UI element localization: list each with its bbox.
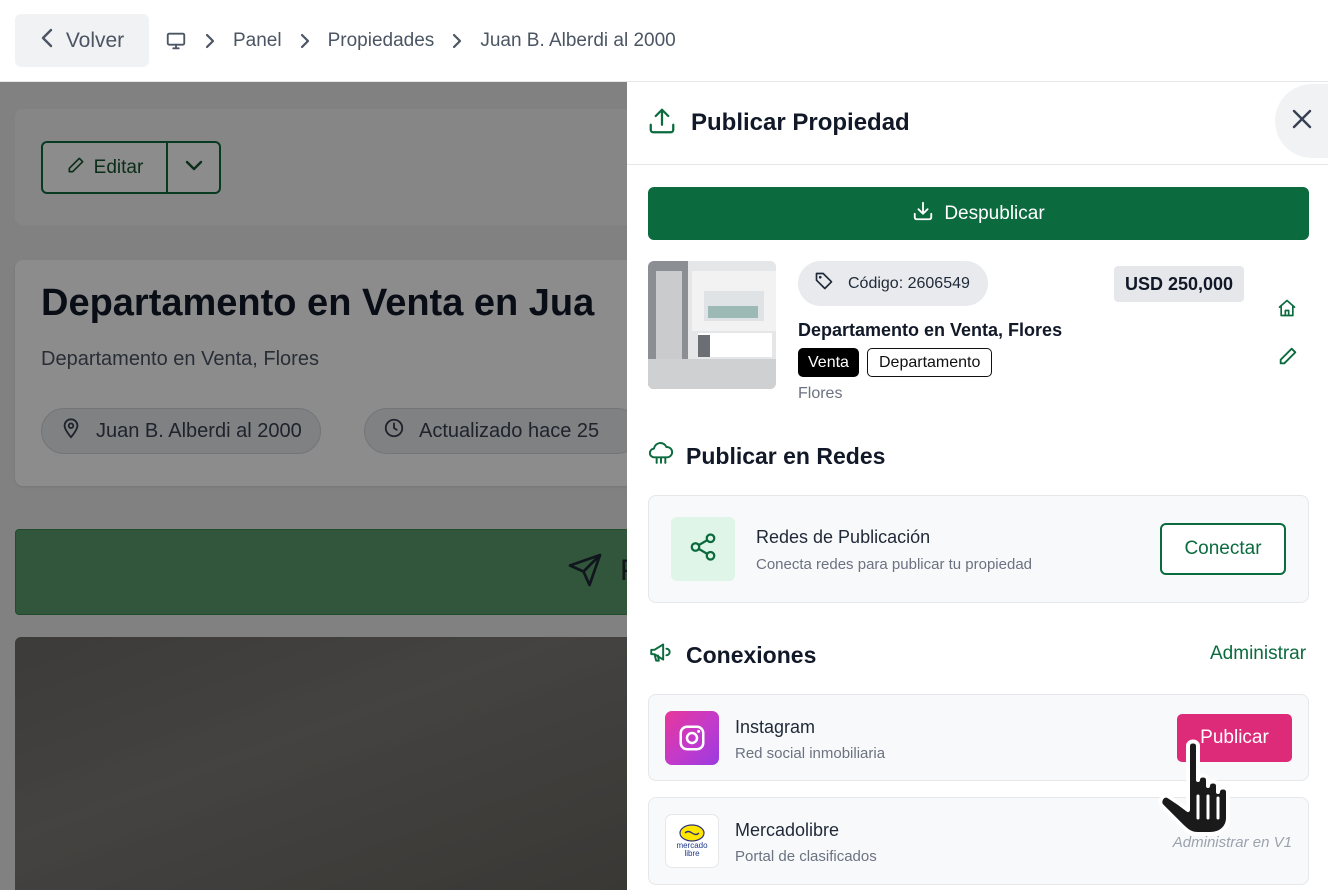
connections-section-title: Conexiones [648,639,816,671]
property-name: Departamento en Venta, Flores [798,320,1063,340]
connection-name: Mercadolibre [735,820,840,840]
home-icon[interactable] [1277,298,1297,323]
manage-connections-link[interactable]: Administrar [1210,643,1306,665]
property-code-chip: Código: 2606549 [798,261,988,306]
property-price: USD 250,000 [1114,266,1245,302]
networks-section-title: Publicar en Redes [648,440,885,472]
networks-card-title: Redes de Publicación [756,527,931,547]
connection-name: Instagram [735,717,816,737]
breadcrumb: Panel Propiedades Juan B. Alberdi al 200… [165,30,676,52]
breadcrumb-panel[interactable]: Panel [233,30,282,52]
monitor-icon[interactable] [165,30,187,52]
chevron-right-icon [205,33,215,49]
share-icon [688,532,718,567]
networks-card: Redes de Publicación Conecta redes para … [648,495,1309,603]
unpublish-label: Despublicar [944,202,1045,224]
chevron-right-icon [452,33,462,49]
megaphone-icon [648,639,674,671]
close-button[interactable] [1275,84,1328,158]
tag-icon [814,271,834,296]
breadcrumb-propiedades[interactable]: Propiedades [328,30,435,52]
panel-header: Publicar Propiedad [627,82,1328,165]
chevron-right-icon [300,33,310,49]
cloud-network-icon [648,440,674,472]
panel-title: Publicar Propiedad [691,109,910,136]
edit-pencil-icon[interactable] [1277,345,1299,372]
type-tag: Departamento [867,348,993,377]
property-thumbnail [648,261,776,389]
connect-button[interactable]: Conectar [1160,523,1286,575]
connections-section-label: Conexiones [686,641,817,668]
property-location: Flores [798,385,843,402]
download-icon [912,200,934,228]
instagram-icon [665,711,719,765]
connection-subtitle: Red social inmobiliaria [735,745,886,762]
property-code: Código: 2606549 [848,274,970,292]
back-button[interactable]: Volver [15,14,149,67]
close-icon [1291,108,1313,135]
hand-cursor-icon [1152,738,1256,843]
top-bar: Volver Panel Propiedades Juan B. Alberdi… [0,0,1328,82]
back-button-label: Volver [65,28,125,52]
unpublish-button[interactable]: Despublicar [648,187,1309,240]
chevron-left-icon [40,27,54,55]
networks-card-subtitle: Conecta redes para publicar tu propiedad [756,556,1033,573]
operation-tag: Venta [798,348,859,377]
connection-subtitle: Portal de clasificados [735,848,877,865]
mercadolibre-logo-text: mercado libre [676,841,708,858]
share-icon-box [671,517,735,581]
mercadolibre-logo: mercado libre [665,814,719,868]
modal-overlay[interactable] [0,82,627,890]
breadcrumb-current: Juan B. Alberdi al 2000 [480,29,676,51]
upload-icon [647,106,677,141]
networks-section-label: Publicar en Redes [686,442,886,469]
